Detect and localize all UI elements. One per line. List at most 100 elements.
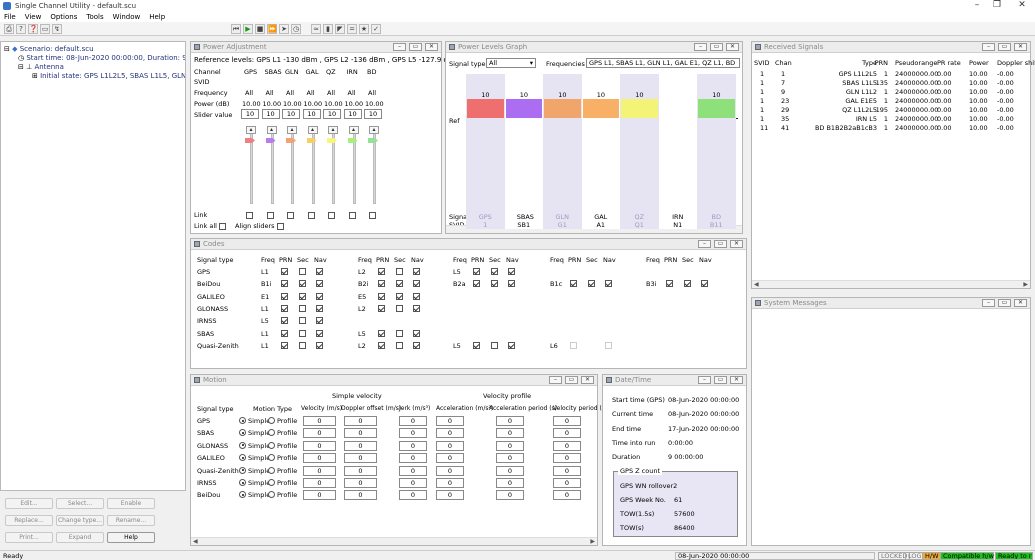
motion-value-input[interactable]: 0	[344, 490, 377, 501]
link-checkbox[interactable]	[369, 212, 376, 219]
motion-value-input[interactable]: 0	[553, 465, 581, 476]
motion-value-input[interactable]: 0	[399, 453, 427, 464]
slider-thumb[interactable]	[327, 138, 337, 143]
tree-start-time[interactable]: ◷ Start time: 08-Jun-2020 00:00:00, Dura…	[4, 54, 185, 63]
simple-radio[interactable]	[239, 454, 246, 462]
motion-value-input[interactable]: 0	[344, 465, 377, 476]
link-checkbox[interactable]	[266, 212, 274, 219]
link-checkbox[interactable]	[348, 212, 356, 219]
motion-value-input[interactable]: 0	[553, 490, 581, 501]
motion-value-input[interactable]: 0	[496, 440, 524, 451]
profile-radio[interactable]	[268, 441, 275, 449]
codes-checkbox[interactable]	[316, 317, 323, 325]
motion-scrollbar[interactable]: ◀ ▶	[191, 537, 597, 545]
link-all-checkbox[interactable]	[219, 222, 227, 230]
slider-value-input[interactable]: 10	[364, 109, 382, 119]
motion-value-input[interactable]: 0	[303, 490, 336, 501]
close-icon[interactable]: ✕	[1015, 0, 1029, 10]
codes-checkbox[interactable]	[281, 304, 288, 312]
codes-checkbox[interactable]	[299, 280, 306, 288]
minimize-icon[interactable]: –	[549, 376, 562, 384]
codes-checkbox[interactable]	[508, 268, 515, 275]
simple-radio[interactable]	[239, 441, 246, 449]
slider-value-input[interactable]: 10	[241, 109, 259, 119]
simple-radio[interactable]	[239, 429, 246, 437]
profile-radio[interactable]	[268, 491, 275, 499]
slider-track[interactable]	[270, 126, 274, 204]
check-icon[interactable]: ✓	[371, 23, 381, 34]
motion-value-input[interactable]: 0	[344, 428, 377, 439]
minimize-icon[interactable]: –	[982, 299, 995, 307]
slider-up-icon[interactable]: ▴	[369, 126, 379, 134]
codes-checkbox[interactable]	[473, 280, 480, 288]
step-icon[interactable]: ⏩	[267, 23, 277, 34]
motion-titlebar[interactable]: Motion – ▭ ✕	[191, 375, 597, 386]
motion-value-input[interactable]: 0	[399, 428, 427, 439]
codes-checkbox[interactable]	[473, 268, 480, 275]
codes-checkbox[interactable]	[491, 268, 498, 275]
slider-track[interactable]	[250, 126, 253, 204]
codes-checkbox[interactable]	[570, 280, 577, 288]
maximize-icon[interactable]: ▭	[998, 299, 1011, 307]
power-adjustment-titlebar[interactable]: Power Adjustment – ▭ ✕	[191, 42, 441, 53]
system-messages-titlebar[interactable]: System Messages – ▭ ✕	[752, 298, 1030, 309]
minimize-icon[interactable]: –	[694, 43, 707, 51]
codes-checkbox[interactable]	[396, 292, 403, 300]
graph-icon[interactable]: ◤	[335, 23, 345, 34]
print-icon[interactable]: ⎙	[4, 23, 14, 34]
motion-value-input[interactable]: 0	[436, 490, 464, 501]
help-button[interactable]: Help	[107, 532, 155, 543]
tree-initial-state[interactable]: ⊞ Initial state: GPS L1L2L5, SBAS L1L5, …	[4, 72, 185, 81]
codes-checkbox[interactable]	[666, 280, 673, 288]
slider-value-input[interactable]: 10	[261, 109, 280, 119]
motion-value-input[interactable]: 0	[303, 453, 336, 464]
close-icon[interactable]: ✕	[581, 376, 594, 384]
maximize-icon[interactable]: ▭	[710, 43, 723, 51]
equal-icon[interactable]: =	[347, 23, 357, 34]
codes-checkbox[interactable]	[413, 280, 420, 288]
codes-checkbox[interactable]	[605, 280, 612, 288]
motion-value-input[interactable]: 0	[496, 428, 524, 439]
codes-checkbox[interactable]	[396, 304, 403, 312]
link-checkbox[interactable]	[287, 212, 294, 219]
tree-antenna[interactable]: ⊟ ⊥ Antenna	[4, 63, 182, 72]
received-signals-titlebar[interactable]: Received Signals – ▭ ✕	[752, 42, 1030, 53]
scroll-left-icon[interactable]: ◀	[193, 538, 198, 545]
minimize-icon[interactable]: –	[982, 43, 995, 51]
codes-checkbox[interactable]	[378, 280, 385, 288]
scroll-right-icon[interactable]: ▶	[590, 538, 595, 545]
motion-value-input[interactable]: 0	[303, 416, 336, 426]
slider-up-icon[interactable]: ▴	[287, 126, 297, 134]
received-scrollbar[interactable]: ◀ ▶	[752, 280, 1030, 288]
motion-value-input[interactable]: 0	[399, 416, 427, 426]
close-icon[interactable]: ✕	[1014, 299, 1027, 307]
slider-up-icon[interactable]: ▴	[328, 126, 338, 134]
menu-tools[interactable]: Tools	[86, 13, 103, 21]
window-icon[interactable]: ▭	[40, 23, 50, 34]
maximize-icon[interactable]: ▭	[714, 240, 727, 248]
edit-button[interactable]: Edit...	[5, 498, 53, 509]
codes-checkbox[interactable]	[281, 280, 288, 288]
codes-checkbox[interactable]	[413, 304, 420, 312]
date-time-titlebar[interactable]: Date/Time – ▭ ✕	[603, 375, 746, 386]
slider-value-input[interactable]: 10	[323, 109, 341, 119]
scenario-tree[interactable]: ⊟ ◆ Scenario: default.scu ◷ Start time: …	[0, 41, 186, 491]
close-icon[interactable]: ✕	[730, 376, 743, 384]
codes-checkbox[interactable]	[396, 329, 403, 337]
codes-checkbox[interactable]	[605, 341, 612, 349]
minimize-icon[interactable]: –	[698, 240, 711, 248]
simple-radio[interactable]	[239, 417, 246, 424]
menu-view[interactable]: View	[25, 13, 42, 21]
codes-checkbox[interactable]	[473, 341, 480, 349]
motion-value-input[interactable]: 0	[496, 465, 524, 476]
slider-up-icon[interactable]: ▴	[307, 126, 318, 134]
motion-value-input[interactable]: 0	[496, 478, 524, 488]
minimize-icon[interactable]: –	[970, 0, 984, 10]
simple-radio[interactable]	[239, 491, 246, 499]
motion-value-input[interactable]: 0	[399, 478, 427, 488]
codes-checkbox[interactable]	[316, 268, 323, 275]
slider-thumb[interactable]	[347, 138, 358, 143]
link-checkbox[interactable]	[328, 212, 335, 219]
tree-scenario[interactable]: ⊟ ◆ Scenario: default.scu	[4, 45, 182, 54]
slider-thumb[interactable]	[286, 138, 296, 143]
